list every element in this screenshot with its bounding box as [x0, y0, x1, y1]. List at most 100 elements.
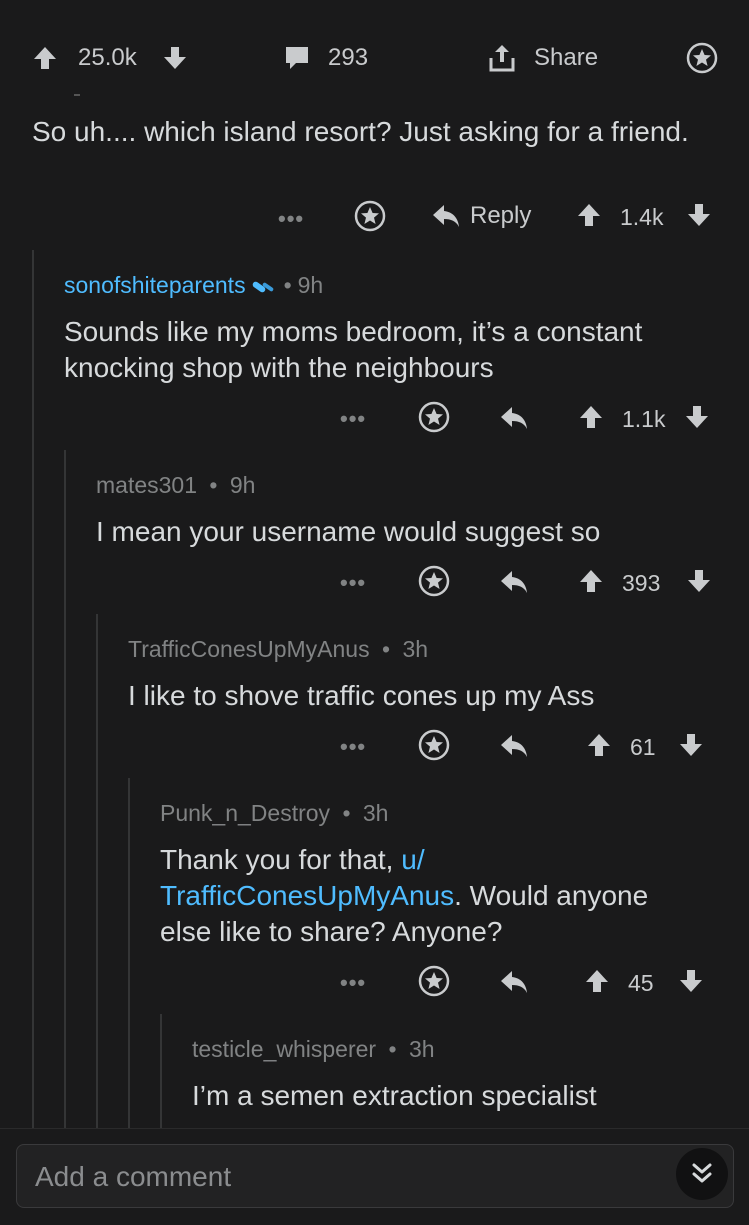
author-username[interactable]: testicle_whisperer: [192, 1036, 376, 1062]
downvote-button[interactable]: [678, 968, 704, 994]
reply-button[interactable]: [498, 730, 530, 762]
downvote-button[interactable]: [678, 732, 704, 758]
comment-meta: testicle_whisperer • 3h: [192, 1036, 435, 1063]
post-upvote-button[interactable]: [32, 40, 58, 76]
comment-text: Thank you for that,: [160, 844, 402, 875]
microphone-icon: [252, 281, 273, 292]
comment-score: 1.4k: [620, 204, 664, 230]
downvote-button[interactable]: [686, 202, 712, 228]
post-downvote-button[interactable]: [162, 40, 188, 76]
comment-text: . Would anyone: [454, 880, 649, 911]
author-username[interactable]: mates301: [96, 472, 197, 498]
user-mention-link[interactable]: TrafficConesUpMyAnus: [160, 880, 454, 911]
jump-to-next-button[interactable]: [676, 1148, 728, 1200]
comment-meta: sonofshiteparents • 9h: [64, 272, 323, 299]
award-button[interactable]: [418, 965, 450, 997]
comment-score: 393: [622, 570, 661, 596]
award-icon: [418, 965, 450, 997]
separator-dot: •: [283, 272, 292, 298]
comment-age: 3h: [402, 636, 429, 662]
separator-dot: •: [209, 472, 218, 498]
upvote-button[interactable]: [586, 732, 612, 758]
comment-body: I’m a semen extraction specialist: [192, 1080, 597, 1111]
reply-arrow-icon: [501, 571, 527, 593]
user-mention-link[interactable]: u/: [401, 844, 424, 875]
thread-line-level-4[interactable]: [128, 778, 130, 1128]
post-share-button[interactable]: Share: [486, 40, 598, 76]
award-icon: [418, 401, 450, 433]
award-icon: [418, 565, 450, 597]
downvote-arrow-icon: [680, 970, 702, 992]
more-options-button[interactable]: •••: [278, 206, 304, 232]
comment-meta: Punk_n_Destroy • 3h: [160, 800, 388, 827]
comment-body: Thank you for that, u/ TrafficConesUpMyA…: [160, 842, 730, 950]
reply-arrow-icon: [433, 205, 459, 227]
thread-line-level-3[interactable]: [96, 614, 98, 1128]
collapsed-indicator: [74, 94, 80, 96]
reply-arrow-icon: [501, 971, 527, 993]
upvote-button[interactable]: [576, 202, 602, 228]
author-username[interactable]: TrafficConesUpMyAnus: [128, 636, 370, 662]
downvote-button[interactable]: [684, 404, 710, 430]
upvote-button[interactable]: [578, 568, 604, 594]
more-options-button[interactable]: •••: [340, 970, 366, 996]
comment-score: 45: [628, 970, 654, 996]
separator-dot: •: [342, 800, 351, 826]
award-button[interactable]: [418, 565, 450, 597]
comment-score: 61: [630, 734, 656, 760]
thread-line-level-2[interactable]: [64, 450, 66, 1128]
reply-button[interactable]: [498, 402, 530, 434]
separator-dot: •: [381, 636, 391, 662]
comment-meta: mates301 • 9h: [96, 472, 255, 499]
comment-body: So uh.... which island resort? Just aski…: [32, 116, 689, 147]
reply-button[interactable]: [498, 566, 530, 598]
downvote-arrow-icon: [688, 570, 710, 592]
upvote-arrow-icon: [588, 734, 610, 756]
award-button[interactable]: [418, 729, 450, 761]
comment-text: else like to share? Anyone?: [160, 916, 503, 947]
add-comment-input[interactable]: [33, 1145, 657, 1209]
reply-button[interactable]: Reply: [430, 200, 531, 232]
comment-age: 3h: [408, 1036, 435, 1062]
downvote-arrow-icon: [164, 47, 186, 69]
reply-button[interactable]: [498, 966, 530, 998]
award-button[interactable]: [418, 401, 450, 433]
more-options-button[interactable]: •••: [340, 570, 366, 596]
post-share-label: Share: [534, 44, 599, 71]
thread-line-level-1[interactable]: [32, 250, 34, 1128]
comment-bubble-icon: [286, 47, 308, 69]
comment-composer: [16, 1144, 734, 1209]
more-options-button[interactable]: •••: [340, 406, 366, 432]
reply-label: Reply: [470, 202, 532, 229]
award-icon: [354, 200, 386, 232]
post-score: 25.0k: [78, 44, 137, 71]
award-icon: [418, 729, 450, 761]
reply-arrow-icon: [501, 735, 527, 757]
double-chevron-down-icon: [692, 1163, 712, 1183]
comment-age: 9h: [229, 472, 256, 498]
comment-age: 9h: [297, 272, 324, 298]
post-award-button[interactable]: [686, 40, 718, 76]
upvote-arrow-icon: [580, 570, 602, 592]
separator-dot: •: [388, 1036, 397, 1062]
comment-age: 3h: [362, 800, 389, 826]
upvote-arrow-icon: [586, 970, 608, 992]
upvote-arrow-icon: [578, 204, 600, 226]
author-username[interactable]: sonofshiteparents: [64, 272, 246, 299]
downvote-arrow-icon: [680, 734, 702, 756]
upvote-button[interactable]: [578, 404, 604, 430]
upvote-button[interactable]: [584, 968, 610, 994]
downvote-button[interactable]: [686, 568, 712, 594]
upvote-arrow-icon: [580, 406, 602, 428]
post-comment-count: 293: [328, 44, 369, 71]
comment-meta: TrafficConesUpMyAnus • 3h: [128, 636, 428, 663]
share-icon: [489, 45, 515, 72]
downvote-arrow-icon: [686, 406, 708, 428]
award-icon: [686, 42, 718, 74]
award-button[interactable]: [354, 200, 386, 232]
author-username[interactable]: Punk_n_Destroy: [160, 800, 330, 826]
thread-line-level-5[interactable]: [160, 1014, 162, 1128]
post-comments-button[interactable]: 293: [282, 40, 368, 76]
comment-score: 1.1k: [622, 406, 666, 432]
more-options-button[interactable]: •••: [340, 734, 366, 760]
